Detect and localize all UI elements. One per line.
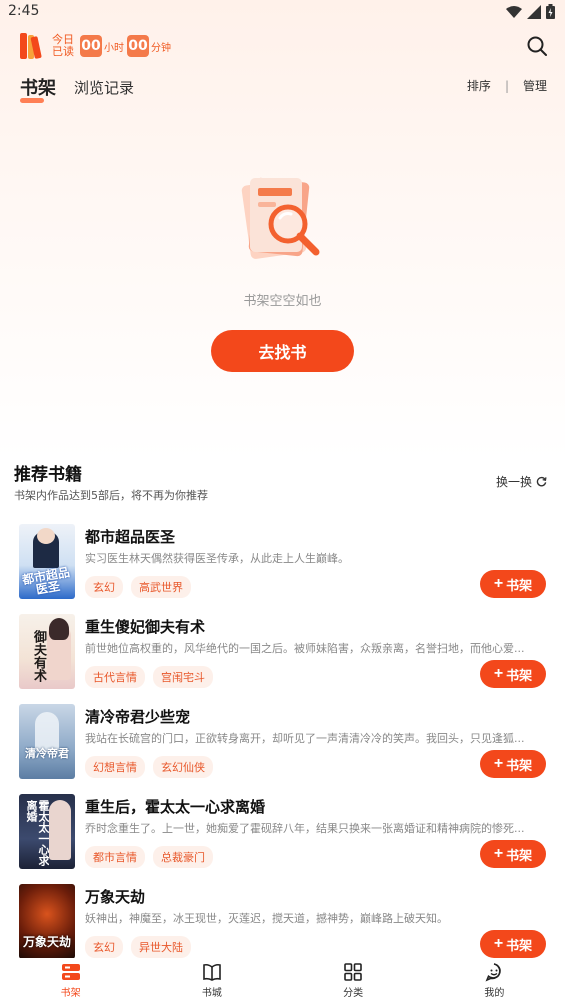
plus-icon: + [493,575,504,592]
book-description: 妖神出，神魔至，冰王现世，灭莲迟，搅天道，撼神势，巅峰路上破天知。 [85,912,448,925]
grid-icon [344,963,362,981]
book-item[interactable]: 万象天劫 万象天劫 妖神出，神魔至，冰王现世，灭莲迟，搅天道，撼神势，巅峰路上破… [0,880,565,970]
book-tag: 总裁豪门 [153,846,213,868]
book-title: 都市超品医圣 [85,528,176,546]
add-to-shelf-button[interactable]: + 书架 [480,660,546,688]
book-item[interactable]: 御夫有术 重生傻妃御夫有术 前世她位高权重的，风华绝代的一国之后。被师妹陷害，众… [0,610,565,700]
recommend-book-list: 都市超品医圣 都市超品医圣 实习医生林天偶然获得医圣传承，从此走上人生巅峰。 玄… [0,520,565,970]
book-tags: 都市言情 总裁豪门 [85,846,213,868]
reading-time-header: 今日已读 00 小时 00 分钟 [20,32,174,60]
book-item[interactable]: 清冷帝君 清冷帝君少些宠 我站在长硫宫的门口，正欲转身离开，却听见了一声清清冷冷… [0,700,565,790]
book-title: 清冷帝君少些宠 [85,708,191,726]
book-item[interactable]: 霍太太一心求离婚 重生后，霍太太一心求离婚 乔时念重生了。上一世，她痴爱了霍砚辞… [0,790,565,880]
recommend-title: 推荐书籍 [14,465,82,485]
tab-bookshelf[interactable]: 书架 [20,74,56,103]
add-to-shelf-button[interactable]: + 书架 [480,570,546,598]
book-cover-text: 御夫有术 [31,630,46,682]
profile-icon [485,963,502,982]
bookshelf-icon [61,964,80,980]
nav-label: 分类 [343,988,364,999]
book-item[interactable]: 都市超品医圣 都市超品医圣 实习医生林天偶然获得医圣传承，从此走上人生巅峰。 玄… [0,520,565,610]
recommend-subtitle: 书架内作品达到5部后，将不再为你推荐 [14,489,208,502]
manage-button[interactable]: 管理 [523,77,547,94]
plus-icon: + [493,845,504,862]
minutes-unit: 分钟 [151,42,171,54]
minutes-value: 00 [127,35,149,57]
status-bar: 2:45 [0,0,565,24]
empty-message: 书架空空如也 [243,294,322,309]
book-title: 重生傻妃御夫有术 [85,618,206,636]
today-read-label: 今日已读 [52,33,74,58]
status-time: 2:45 [8,3,40,19]
sort-button[interactable]: 排序 [467,77,491,94]
nav-profile[interactable]: 我的 [424,958,565,1004]
wifi-icon [506,5,522,18]
book-tag: 玄幻 [85,576,123,598]
action-separator: | [504,78,509,93]
book-tag: 古代言情 [85,666,145,688]
add-to-shelf-button[interactable]: + 书架 [480,750,546,778]
book-open-icon [203,963,221,981]
book-tag: 玄幻仙侠 [153,756,213,778]
hours-value: 00 [80,35,102,57]
plus-icon: + [493,665,504,682]
book-title: 万象天劫 [85,888,146,906]
plus-icon: + [493,755,504,772]
book-tags: 古代言情 宫闱宅斗 [85,666,213,688]
book-cover: 万象天劫 [19,884,75,959]
refresh-button[interactable]: 换一换 [496,473,547,490]
shelf-actions: 排序 | 管理 [467,77,547,94]
hours-unit: 小时 [104,42,124,54]
book-cover-text: 霍太太一心求离婚 [25,800,49,866]
nav-bookshelf[interactable]: 书架 [0,958,141,1004]
book-title: 重生后，霍太太一心求离婚 [85,798,266,816]
bottom-navigation: 书架 书城 分类 我的 [0,958,565,1004]
signal-icon [527,4,541,19]
add-to-shelf-button[interactable]: + 书架 [480,840,546,868]
book-cover-text: 万象天劫 [22,935,71,949]
book-tags: 玄幻 异世大陆 [85,936,191,958]
nav-category[interactable]: 分类 [283,958,424,1004]
book-cover: 霍太太一心求离婚 [19,794,75,869]
nav-label: 书城 [201,988,222,999]
empty-book-search-icon [241,177,320,259]
book-cover-text: 都市超品医圣 [21,565,71,597]
tab-bookshelf-label: 书架 [20,78,56,99]
book-description: 乔时念重生了。上一世，她痴爱了霍砚辞八年，结果只换来一张离婚证和精神病院的惨死.… [85,822,525,835]
refresh-icon [536,476,547,487]
add-to-shelf-button[interactable]: + 书架 [480,930,546,958]
book-tag: 高武世界 [131,576,191,598]
nav-label: 我的 [484,988,505,999]
book-tags: 玄幻 高武世界 [85,576,191,598]
book-tag: 幻想言情 [85,756,145,778]
book-cover: 都市超品医圣 [19,524,75,599]
plus-icon: + [493,935,504,952]
nav-label: 书架 [60,988,81,999]
book-tag: 异世大陆 [131,936,191,958]
book-tag: 都市言情 [85,846,145,868]
books-logo-icon [20,33,46,59]
search-icon[interactable] [527,36,547,56]
refresh-label: 换一换 [495,475,532,489]
book-description: 我站在长硫宫的门口，正欲转身离开，却听见了一声清清冷冷的笑声。我回头，只见逢狐.… [85,732,525,745]
tab-history[interactable]: 浏览记录 [74,77,134,100]
book-description: 前世她位高权重的，风华绝代的一国之后。被师妹陷害，众叛亲离，名誉扫地，而他心爱.… [85,642,525,655]
status-icons [506,4,555,19]
find-books-button[interactable]: 去找书 [211,330,354,372]
book-tag: 玄幻 [85,936,123,958]
book-tag: 宫闱宅斗 [153,666,213,688]
book-cover: 御夫有术 [19,614,75,689]
book-cover-text: 清冷帝君 [25,747,69,760]
book-cover: 清冷帝君 [19,704,75,779]
battery-icon [546,4,555,19]
shelf-tabs: 书架 浏览记录 [20,74,134,103]
nav-bookstore[interactable]: 书城 [141,958,282,1004]
book-tags: 幻想言情 玄幻仙侠 [85,756,213,778]
book-description: 实习医生林天偶然获得医圣传承，从此走上人生巅峰。 [85,552,349,565]
